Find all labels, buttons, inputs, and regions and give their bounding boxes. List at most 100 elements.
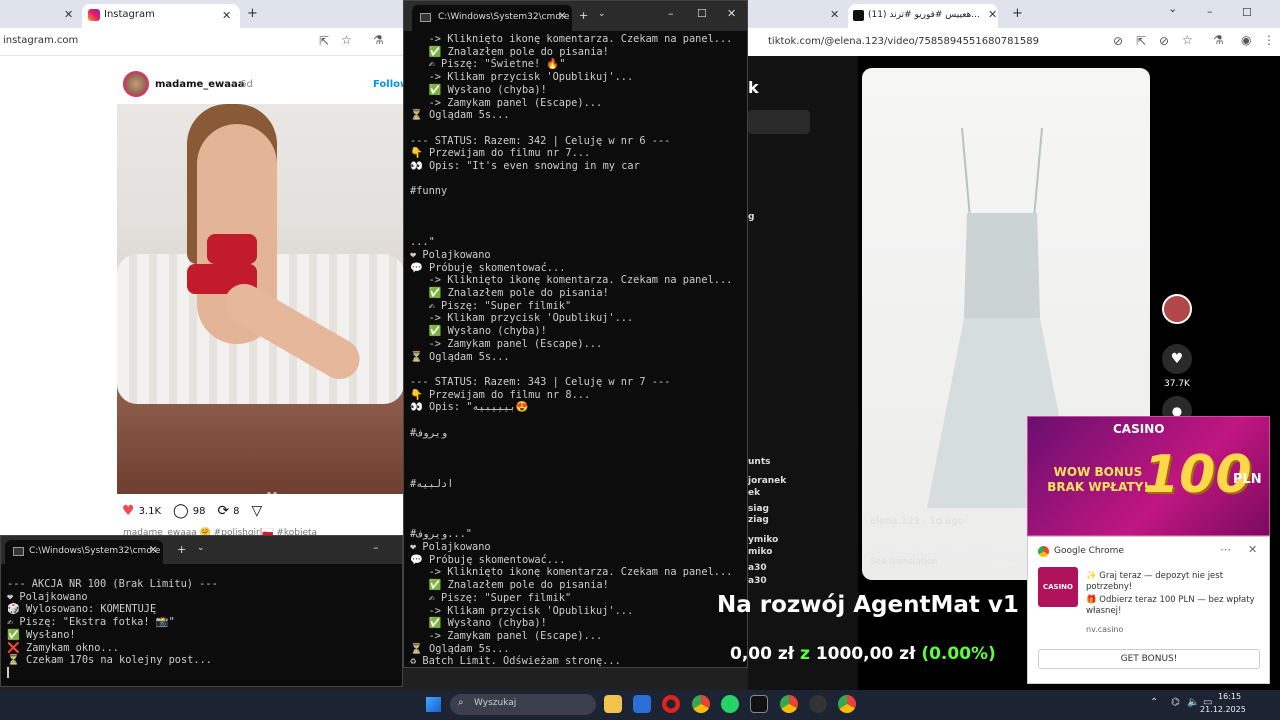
more-options-icon[interactable]: ⋯ (1220, 543, 1231, 556)
sidebar-text[interactable]: a30 (748, 576, 767, 586)
video-description: هعييس #فوريو #ترند #اكسبلور (870, 538, 992, 548)
clock-date[interactable]: 21.12.2025 (1200, 705, 1246, 714)
comment-count: 98 (192, 505, 206, 517)
close-tab-icon[interactable]: ✕ (988, 8, 997, 21)
chevron-down-icon[interactable]: ⌄ (598, 9, 606, 19)
minimize-icon[interactable]: – (1207, 5, 1213, 18)
terminal-line: 👀 Opis: "بيييبيه😍 (410, 401, 529, 414)
cmd-window-small[interactable]: C:\Windows\System32\cmd.e ✕ + ⌄ – --- AK… (0, 535, 403, 687)
get-bonus-button[interactable]: GET BONUS! (1038, 649, 1260, 669)
chrome-icon[interactable] (692, 695, 710, 713)
post-image[interactable] (117, 104, 404, 494)
notification-source: nv.casino (1086, 625, 1124, 634)
extension-icon[interactable]: ⚗ (1213, 33, 1224, 47)
open-in-app-icon[interactable]: ⇱ (1136, 34, 1146, 48)
cmd-window-main[interactable]: C:\Windows\System32\cmd.e ✕ + ⌄ – ☐ ✕ ->… (403, 0, 748, 668)
terminal-line: ✍ Piszę: "Super filmik" (410, 299, 572, 312)
close-tab-icon[interactable]: ✕ (64, 8, 73, 21)
opera-icon[interactable] (662, 695, 680, 713)
new-tab-icon[interactable]: + (177, 543, 186, 556)
terminal-line: --- STATUS: Razem: 343 | Celuję w nr 7 -… (410, 375, 671, 388)
app-icon[interactable] (809, 695, 827, 713)
maximize-icon[interactable]: ☐ (697, 7, 707, 20)
minimize-icon[interactable]: – (373, 541, 379, 554)
new-tab-icon[interactable]: + (579, 9, 588, 22)
volume-icon[interactable]: 🔈 (1187, 697, 1199, 708)
extension-icon[interactable]: ⚗ (373, 33, 384, 47)
bookmark-star-icon[interactable]: ☆ (1182, 33, 1193, 47)
install-app-icon[interactable]: ⇱ (319, 34, 329, 48)
comment-icon[interactable]: ◯ (173, 503, 189, 519)
terminal-line: ✍ Piszę: "Super filmik" (410, 591, 572, 604)
avatar-icon[interactable]: ◉ (1241, 33, 1251, 47)
url-text[interactable]: tiktok.com/@elena.123/video/758589455168… (768, 36, 1039, 47)
author-avatar[interactable] (1162, 294, 1192, 324)
profile-dropdown-icon[interactable]: ⌄ (1168, 2, 1177, 15)
sidebar-text[interactable]: joranek (748, 476, 786, 486)
sidebar-text[interactable]: ziag (748, 515, 769, 525)
whatsapp-icon[interactable] (721, 695, 739, 713)
network-icon[interactable]: ⌬ (1171, 697, 1180, 708)
eye-off-icon[interactable]: ⊘ (1159, 34, 1169, 48)
close-tab-icon[interactable]: ✕ (558, 11, 566, 22)
chevron-down-icon[interactable]: ⌄ (197, 543, 205, 553)
tab-instagram[interactable]: Instagram ✕ (82, 4, 240, 28)
chrome-notification[interactable]: Google Chrome ⋯ ✕ CASINO ✨ Graj teraz — … (1027, 536, 1270, 684)
terminal-titlebar[interactable]: C:\Windows\System32\cmd.e ✕ + ⌄ – ☐ ✕ (404, 1, 747, 31)
url-text[interactable]: instagram.com (3, 35, 78, 46)
clock-time[interactable]: 16:15 (1218, 692, 1241, 701)
terminal-line: 🎲 Wylosowano: KOMENTUJĘ (7, 603, 157, 616)
search-icon: ⌕ (458, 697, 464, 708)
avatar[interactable] (123, 71, 149, 97)
eye-off-icon[interactable]: ⊘ (1113, 34, 1123, 48)
maximize-icon[interactable]: ☐ (1242, 6, 1252, 19)
file-explorer-icon[interactable] (604, 695, 622, 713)
follow-button[interactable]: Follow (373, 79, 404, 90)
ad-currency: PLN (1233, 472, 1262, 487)
close-tab-icon[interactable]: ✕ (149, 545, 157, 556)
terminal-icon[interactable] (750, 695, 768, 713)
close-window-icon[interactable]: ✕ (727, 7, 736, 20)
menu-icon[interactable]: ⋮ (1263, 33, 1275, 47)
tab-tiktok[interactable]: (11) هعييس #فوريو #ترند... (848, 4, 998, 28)
video-author[interactable]: elena.123 · 1d ago (870, 516, 964, 527)
terminal-titlebar[interactable]: C:\Windows\System32\cmd.e ✕ + ⌄ – (1, 536, 402, 564)
instagram-browser-window: ✕ Instagram ✕ + instagram.com ⇱ ☆ ⚗ mada… (0, 0, 404, 536)
like-button[interactable]: ♥ (1162, 344, 1192, 374)
sidebar-text[interactable]: a30 (748, 563, 767, 573)
new-tab-icon[interactable]: + (1012, 6, 1023, 21)
sidebar-text[interactable]: siag (748, 504, 769, 514)
new-tab-icon[interactable]: + (247, 6, 258, 21)
repost-icon[interactable]: ⟳ (217, 503, 229, 519)
minimize-icon[interactable]: – (668, 7, 674, 20)
casino-ad-banner[interactable]: CASINO WOW BONUS BRAK WPŁATY! 100 PLN (1027, 416, 1270, 536)
terminal-tab[interactable]: C:\Windows\System32\cmd.e ✕ (5, 540, 163, 564)
terminal-line: -> Zamykam panel (Escape)... (410, 96, 603, 109)
terminal-line: -> Zamykam panel (Escape)... (410, 629, 603, 642)
taskbar-search[interactable]: ⌕ Wyszukaj (450, 694, 596, 715)
bookmark-star-icon[interactable]: ☆ (341, 33, 352, 47)
chrome-icon[interactable] (838, 695, 856, 713)
sidebar-text[interactable]: ymiko (748, 535, 778, 545)
share-icon[interactable]: ▽ (252, 503, 263, 519)
search-input[interactable] (748, 110, 810, 134)
sidebar-heading: k (748, 78, 759, 97)
close-tab-icon[interactable]: ✕ (830, 8, 839, 21)
terminal-line: ✅ Znalazłem pole do pisania! (410, 579, 609, 592)
see-translation-link[interactable]: See translation (870, 557, 938, 567)
windows-start-icon[interactable] (426, 697, 441, 712)
heart-icon[interactable]: ♥ (122, 503, 135, 519)
chevron-up-icon[interactable]: ⌃ (1150, 697, 1158, 708)
close-icon[interactable]: ✕ (1248, 543, 1257, 556)
chrome-icon[interactable] (780, 695, 798, 713)
terminal-tab[interactable]: C:\Windows\System32\cmd.e ✕ (412, 5, 572, 31)
terminal-line: 💬 Próbuję skomentować... (410, 553, 566, 566)
close-tab-icon[interactable]: ✕ (222, 9, 231, 22)
terminal-line: ⏳ Oglądam 5s... (410, 109, 510, 122)
goal-target: 1000,00 zł (815, 644, 916, 664)
terminal-line: ⏳ Oglądam 5s... (410, 350, 510, 363)
sidebar-text[interactable]: miko (748, 547, 772, 557)
terminal-line: 💬 Próbuję skomentować... (410, 261, 566, 274)
sidebar-text[interactable]: ek (748, 488, 760, 498)
store-icon[interactable] (633, 695, 651, 713)
